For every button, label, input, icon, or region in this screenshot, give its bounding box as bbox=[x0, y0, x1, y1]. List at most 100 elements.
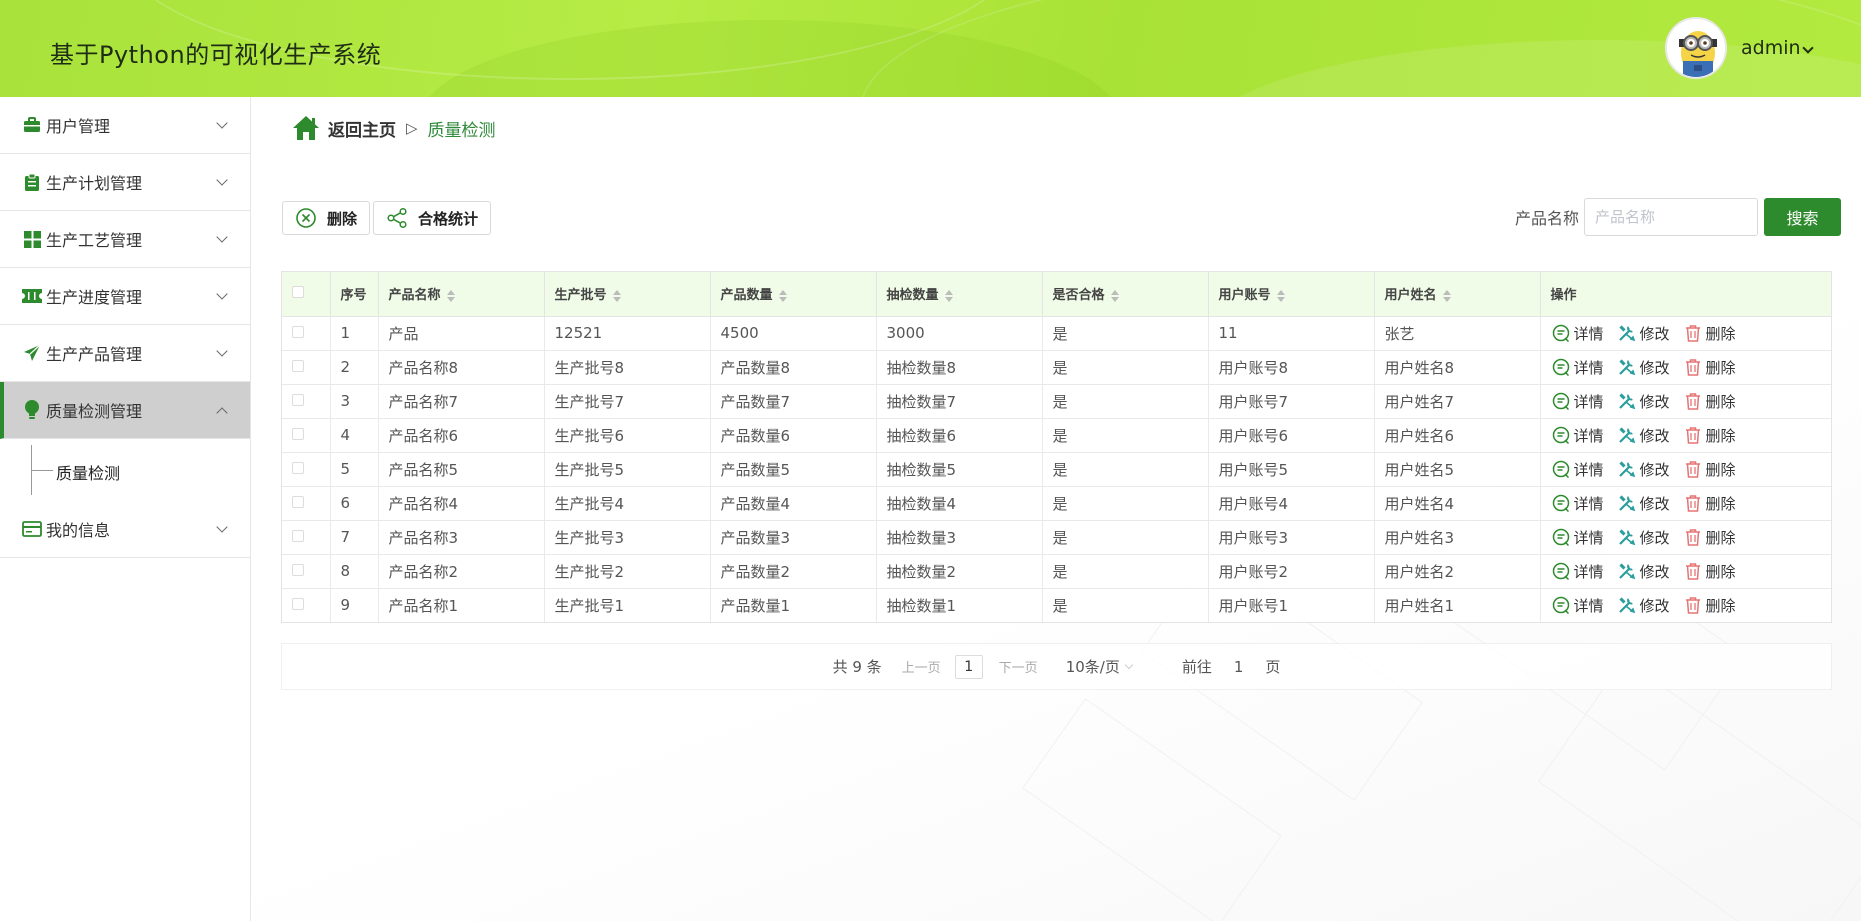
detail-button[interactable]: 详情 bbox=[1551, 459, 1604, 480]
edit-button[interactable]: 修改 bbox=[1617, 425, 1670, 446]
sidebar-item-product-management[interactable]: 生产产品管理 bbox=[0, 325, 250, 382]
table-row[interactable]: 4 产品名称6 生产批号6 产品数量6 抽检数量6 是用户账号6 用户姓名6 详情 修改 删除 bbox=[282, 418, 1831, 453]
detail-button[interactable]: 详情 bbox=[1551, 391, 1604, 412]
row-checkbox[interactable] bbox=[292, 564, 304, 576]
column-header[interactable]: 产品名称 bbox=[378, 272, 545, 317]
select-all-header[interactable] bbox=[282, 272, 331, 317]
row-checkbox[interactable] bbox=[292, 598, 304, 611]
delete-label: 删除 bbox=[1705, 426, 1736, 445]
sidebar-subitem-quality-inspection[interactable]: 质量检测 bbox=[0, 439, 250, 501]
table-row[interactable]: 6 产品名称4 生产批号4 产品数量4 抽检数量4 是用户账号4 用户姓名4 详情 修改 删除 bbox=[282, 486, 1831, 521]
sidebar-item-progress-management[interactable]: 生产进度管理 bbox=[0, 268, 250, 325]
row-select-cell[interactable] bbox=[282, 418, 331, 453]
detail-button[interactable]: 详情 bbox=[1551, 527, 1604, 548]
row-checkbox[interactable] bbox=[292, 496, 304, 508]
next-page-button[interactable]: 下一页 bbox=[999, 657, 1038, 676]
table-row[interactable]: 7 产品名称3 生产批号3 产品数量3 抽检数量3 是用户账号3 用户姓名3 详情 修改 删除 bbox=[282, 520, 1831, 555]
column-header[interactable]: 用户账号 bbox=[1208, 272, 1375, 317]
table-row[interactable]: 9 产品名称1 生产批号1 产品数量1 抽检数量1 是用户账号1 用户姓名1 详情 修改 删除 bbox=[282, 588, 1831, 622]
row-select-cell[interactable] bbox=[282, 316, 331, 351]
ticket-icon bbox=[22, 286, 42, 306]
table-row[interactable]: 2 产品名称8 生产批号8 产品数量8 抽检数量8 是用户账号8 用户姓名8 详情 修改 删除 bbox=[282, 350, 1831, 385]
home-icon[interactable] bbox=[292, 115, 320, 141]
edit-button[interactable]: 修改 bbox=[1617, 527, 1670, 548]
column-header[interactable]: 生产批号 bbox=[544, 272, 711, 317]
row-delete-button[interactable]: 删除 bbox=[1683, 357, 1736, 378]
prev-page-button[interactable]: 上一页 bbox=[902, 657, 941, 676]
row-checkbox[interactable] bbox=[292, 326, 304, 338]
search-button[interactable]: 搜索 bbox=[1764, 198, 1841, 236]
edit-button[interactable]: 修改 bbox=[1617, 493, 1670, 514]
table-cell: 产品数量3 bbox=[710, 520, 877, 555]
goto-page-input[interactable]: 1 bbox=[1234, 658, 1244, 676]
row-delete-button[interactable]: 删除 bbox=[1683, 323, 1736, 344]
sort-icon[interactable] bbox=[944, 289, 953, 302]
row-delete-button[interactable]: 删除 bbox=[1683, 493, 1736, 514]
row-select-cell[interactable] bbox=[282, 350, 331, 385]
row-delete-button[interactable]: 删除 bbox=[1683, 459, 1736, 480]
user-name[interactable]: admin bbox=[1741, 37, 1801, 59]
sidebar-item-my-info[interactable]: 我的信息 bbox=[0, 501, 250, 558]
row-checkbox[interactable] bbox=[292, 530, 304, 542]
search-input[interactable] bbox=[1584, 198, 1758, 236]
column-header[interactable]: 用户姓名 bbox=[1374, 272, 1541, 317]
chevron-down-icon[interactable] bbox=[1124, 660, 1134, 669]
edit-button[interactable]: 修改 bbox=[1617, 561, 1670, 582]
sidebar-item-user-management[interactable]: 用户管理 bbox=[0, 97, 250, 154]
detail-button[interactable]: 详情 bbox=[1551, 323, 1604, 344]
row-select-cell[interactable] bbox=[282, 452, 331, 487]
delete-button[interactable]: 删除 bbox=[282, 201, 371, 235]
sidebar-item-process-management[interactable]: 生产工艺管理 bbox=[0, 211, 250, 268]
table-row[interactable]: 8 产品名称2 生产批号2 产品数量2 抽检数量2 是用户账号2 用户姓名2 详情 修改 删除 bbox=[282, 554, 1831, 589]
page-number-current[interactable]: 1 bbox=[954, 654, 983, 679]
sidebar-item-quality-management[interactable]: 质量检测管理 bbox=[0, 382, 250, 439]
edit-button[interactable]: 修改 bbox=[1617, 595, 1670, 616]
select-all-checkbox[interactable] bbox=[292, 285, 304, 298]
column-header[interactable]: 抽检数量 bbox=[876, 272, 1043, 317]
delete-label: 删除 bbox=[1705, 324, 1736, 343]
detail-button[interactable]: 详情 bbox=[1551, 493, 1604, 514]
column-header[interactable]: 是否合格 bbox=[1042, 272, 1209, 317]
table-row[interactable]: 1 产品 12521 4500 3000 是 11 张艺 详情 修改 删除 bbox=[282, 316, 1831, 351]
edit-button[interactable]: 修改 bbox=[1617, 391, 1670, 412]
page-size-select[interactable]: 10条/页 bbox=[1066, 656, 1120, 677]
table-cell: 用户账号6 bbox=[1208, 418, 1375, 453]
avatar[interactable] bbox=[1665, 17, 1727, 79]
table-cell: 产品名称6 bbox=[378, 418, 545, 453]
sort-icon[interactable] bbox=[446, 289, 455, 302]
row-select-cell[interactable] bbox=[282, 588, 331, 622]
row-select-cell[interactable] bbox=[282, 486, 331, 521]
row-delete-button[interactable]: 删除 bbox=[1683, 391, 1736, 412]
row-select-cell[interactable] bbox=[282, 554, 331, 589]
table-row[interactable]: 5 产品名称5 生产批号5 产品数量5 抽检数量5 是用户账号5 用户姓名5 详情 修改 删除 bbox=[282, 452, 1831, 487]
sort-icon[interactable] bbox=[1276, 289, 1285, 302]
pass-statistics-button[interactable]: 合格统计 bbox=[373, 201, 492, 235]
row-checkbox[interactable] bbox=[292, 462, 304, 474]
edit-button[interactable]: 修改 bbox=[1617, 357, 1670, 378]
sort-icon[interactable] bbox=[1442, 289, 1451, 302]
sort-icon[interactable] bbox=[612, 289, 621, 302]
sort-icon[interactable] bbox=[778, 289, 787, 302]
row-checkbox[interactable] bbox=[292, 360, 304, 372]
edit-button[interactable]: 修改 bbox=[1617, 323, 1670, 344]
row-select-cell[interactable] bbox=[282, 520, 331, 555]
detail-button[interactable]: 详情 bbox=[1551, 561, 1604, 582]
detail-icon bbox=[1551, 493, 1574, 513]
column-header[interactable]: 产品数量 bbox=[710, 272, 877, 317]
row-checkbox[interactable] bbox=[292, 394, 304, 406]
detail-button[interactable]: 详情 bbox=[1551, 357, 1604, 378]
edit-label: 修改 bbox=[1639, 596, 1670, 615]
sidebar-item-plan-management[interactable]: 生产计划管理 bbox=[0, 154, 250, 211]
table-row[interactable]: 3 产品名称7 生产批号7 产品数量7 抽检数量7 是用户账号7 用户姓名7 详情 修改 删除 bbox=[282, 384, 1831, 419]
detail-button[interactable]: 详情 bbox=[1551, 595, 1604, 616]
row-delete-button[interactable]: 删除 bbox=[1683, 561, 1736, 582]
detail-button[interactable]: 详情 bbox=[1551, 425, 1604, 446]
row-delete-button[interactable]: 删除 bbox=[1683, 595, 1736, 616]
edit-button[interactable]: 修改 bbox=[1617, 459, 1670, 480]
breadcrumb-home-link[interactable]: 返回主页 bbox=[328, 116, 396, 141]
sort-icon[interactable] bbox=[1110, 289, 1119, 302]
row-checkbox[interactable] bbox=[292, 428, 304, 440]
row-delete-button[interactable]: 删除 bbox=[1683, 425, 1736, 446]
row-delete-button[interactable]: 删除 bbox=[1683, 527, 1736, 548]
row-select-cell[interactable] bbox=[282, 384, 331, 419]
